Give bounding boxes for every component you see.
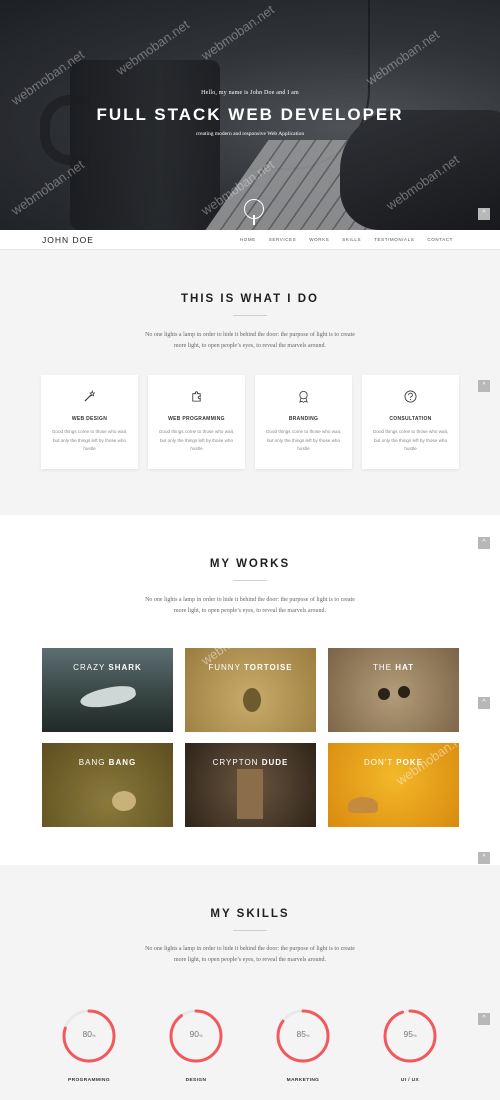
question-icon bbox=[404, 390, 417, 403]
back-to-top-button[interactable]: ^ bbox=[478, 852, 490, 864]
magic-wand-icon bbox=[84, 390, 96, 402]
service-name: WEB PROGRAMMING bbox=[168, 416, 225, 422]
skills-title: MY SKILLS bbox=[210, 908, 290, 920]
skills-text: No one lights a lamp in order to hide it… bbox=[145, 946, 355, 963]
services-title: THIS IS WHAT I DO bbox=[181, 293, 319, 305]
work-item-dont-poke[interactable]: DON'T POKE bbox=[328, 743, 459, 827]
hero-subtitle: creating modern and responsive Web Appli… bbox=[195, 131, 305, 137]
hat-illustration bbox=[398, 686, 410, 698]
tortoise-illustration bbox=[243, 688, 261, 712]
skill-label: DESIGN bbox=[185, 1078, 207, 1083]
service-name: BRANDING bbox=[288, 416, 319, 422]
brand-logo[interactable]: JOHN DOE bbox=[42, 235, 94, 245]
back-to-top-button[interactable]: ^ bbox=[478, 380, 490, 392]
skill-chart: 85% bbox=[275, 1008, 331, 1064]
nav-menu: HOME SERVICES WORKS SKILLS TESTIMONIALS … bbox=[240, 237, 453, 242]
hero-greeting: Hello, my name is John Doe and I am bbox=[201, 90, 299, 96]
skill-percent: 80% bbox=[82, 1029, 96, 1039]
scroll-down-icon[interactable] bbox=[244, 199, 264, 225]
work-label: DON'T POKE bbox=[364, 758, 423, 767]
skill-label: MARKETING bbox=[286, 1078, 320, 1083]
nav-item-home[interactable]: HOME bbox=[240, 237, 256, 242]
tortoise-illustration bbox=[112, 791, 136, 811]
navbar: JOHN DOE HOME SERVICES WORKS SKILLS TEST… bbox=[0, 230, 500, 250]
box-robot-illustration bbox=[237, 769, 263, 819]
skill-percent: 85% bbox=[296, 1029, 310, 1039]
service-card: WEB DESIGN Good things come to those who… bbox=[41, 375, 138, 469]
work-label: FUNNY TORTOISE bbox=[208, 663, 293, 672]
service-desc: Good things come to those who wait, but … bbox=[372, 429, 449, 451]
work-label: THE HAT bbox=[372, 663, 415, 672]
divider bbox=[233, 580, 267, 581]
works-title: MY WORKS bbox=[209, 558, 291, 570]
hero-title: FULL STACK WEB DEVELOPER bbox=[96, 105, 404, 124]
service-desc: Good things come to those who wait, but … bbox=[51, 429, 128, 451]
hero-section: Hello, my name is John Doe and I am FULL… bbox=[0, 0, 500, 230]
service-desc: Good things come to those who wait, but … bbox=[158, 429, 235, 451]
services-text: No one lights a lamp in order to hide it… bbox=[145, 332, 355, 349]
work-item-crazy-shark[interactable]: CRAZY SHARK bbox=[42, 648, 173, 732]
tortoise-illustration bbox=[348, 797, 378, 813]
nav-item-contact[interactable]: CONTACT bbox=[427, 237, 453, 242]
nav-item-skills[interactable]: SKILLS bbox=[342, 237, 361, 242]
nav-item-works[interactable]: WORKS bbox=[309, 237, 329, 242]
back-to-top-button[interactable]: ^ bbox=[478, 537, 490, 549]
work-item-the-hat[interactable]: THE HAT bbox=[328, 648, 459, 732]
nav-item-services[interactable]: SERVICES bbox=[269, 237, 296, 242]
work-label: CRAZY SHARK bbox=[73, 663, 142, 672]
skill-label: UI / UX bbox=[400, 1078, 420, 1083]
shark-illustration bbox=[78, 682, 138, 712]
skill-chart: 95% bbox=[382, 1008, 438, 1064]
skill-percent: 90% bbox=[189, 1029, 203, 1039]
work-item-bang-bang[interactable]: BANG BANG bbox=[42, 743, 173, 827]
skill-chart: 80% bbox=[61, 1008, 117, 1064]
back-to-top-button[interactable]: ^ bbox=[478, 697, 490, 709]
hat-illustration bbox=[378, 688, 390, 700]
work-item-funny-tortoise[interactable]: FUNNY TORTOISE bbox=[185, 648, 316, 732]
puzzle-icon bbox=[192, 391, 201, 402]
back-to-top-button[interactable]: ^ bbox=[478, 1013, 490, 1025]
service-name: WEB DESIGN bbox=[71, 416, 108, 422]
service-card: CONSULTATION Good things come to those w… bbox=[362, 375, 459, 469]
divider bbox=[233, 930, 267, 931]
skill-chart: 90% bbox=[168, 1008, 224, 1064]
work-label: BANG BANG bbox=[78, 758, 137, 767]
nav-item-testimonials[interactable]: TESTIMONIALS bbox=[374, 237, 414, 242]
skill-percent: 95% bbox=[403, 1029, 417, 1039]
work-item-crypton-dude[interactable]: CRYPTON DUDE bbox=[185, 743, 316, 827]
divider bbox=[233, 315, 267, 316]
works-text: No one lights a lamp in order to hide it… bbox=[145, 597, 355, 614]
award-icon bbox=[299, 390, 308, 403]
service-desc: Good things come to those who wait, but … bbox=[265, 429, 342, 451]
service-name: CONSULTATION bbox=[389, 416, 432, 422]
work-label: CRYPTON DUDE bbox=[212, 758, 289, 767]
service-card: BRANDING Good things come to those who w… bbox=[255, 375, 352, 469]
back-to-top-button[interactable]: ^ bbox=[478, 208, 490, 220]
service-card: WEB PROGRAMMING Good things come to thos… bbox=[148, 375, 245, 469]
skill-label: PROGRAMMING bbox=[68, 1078, 110, 1083]
